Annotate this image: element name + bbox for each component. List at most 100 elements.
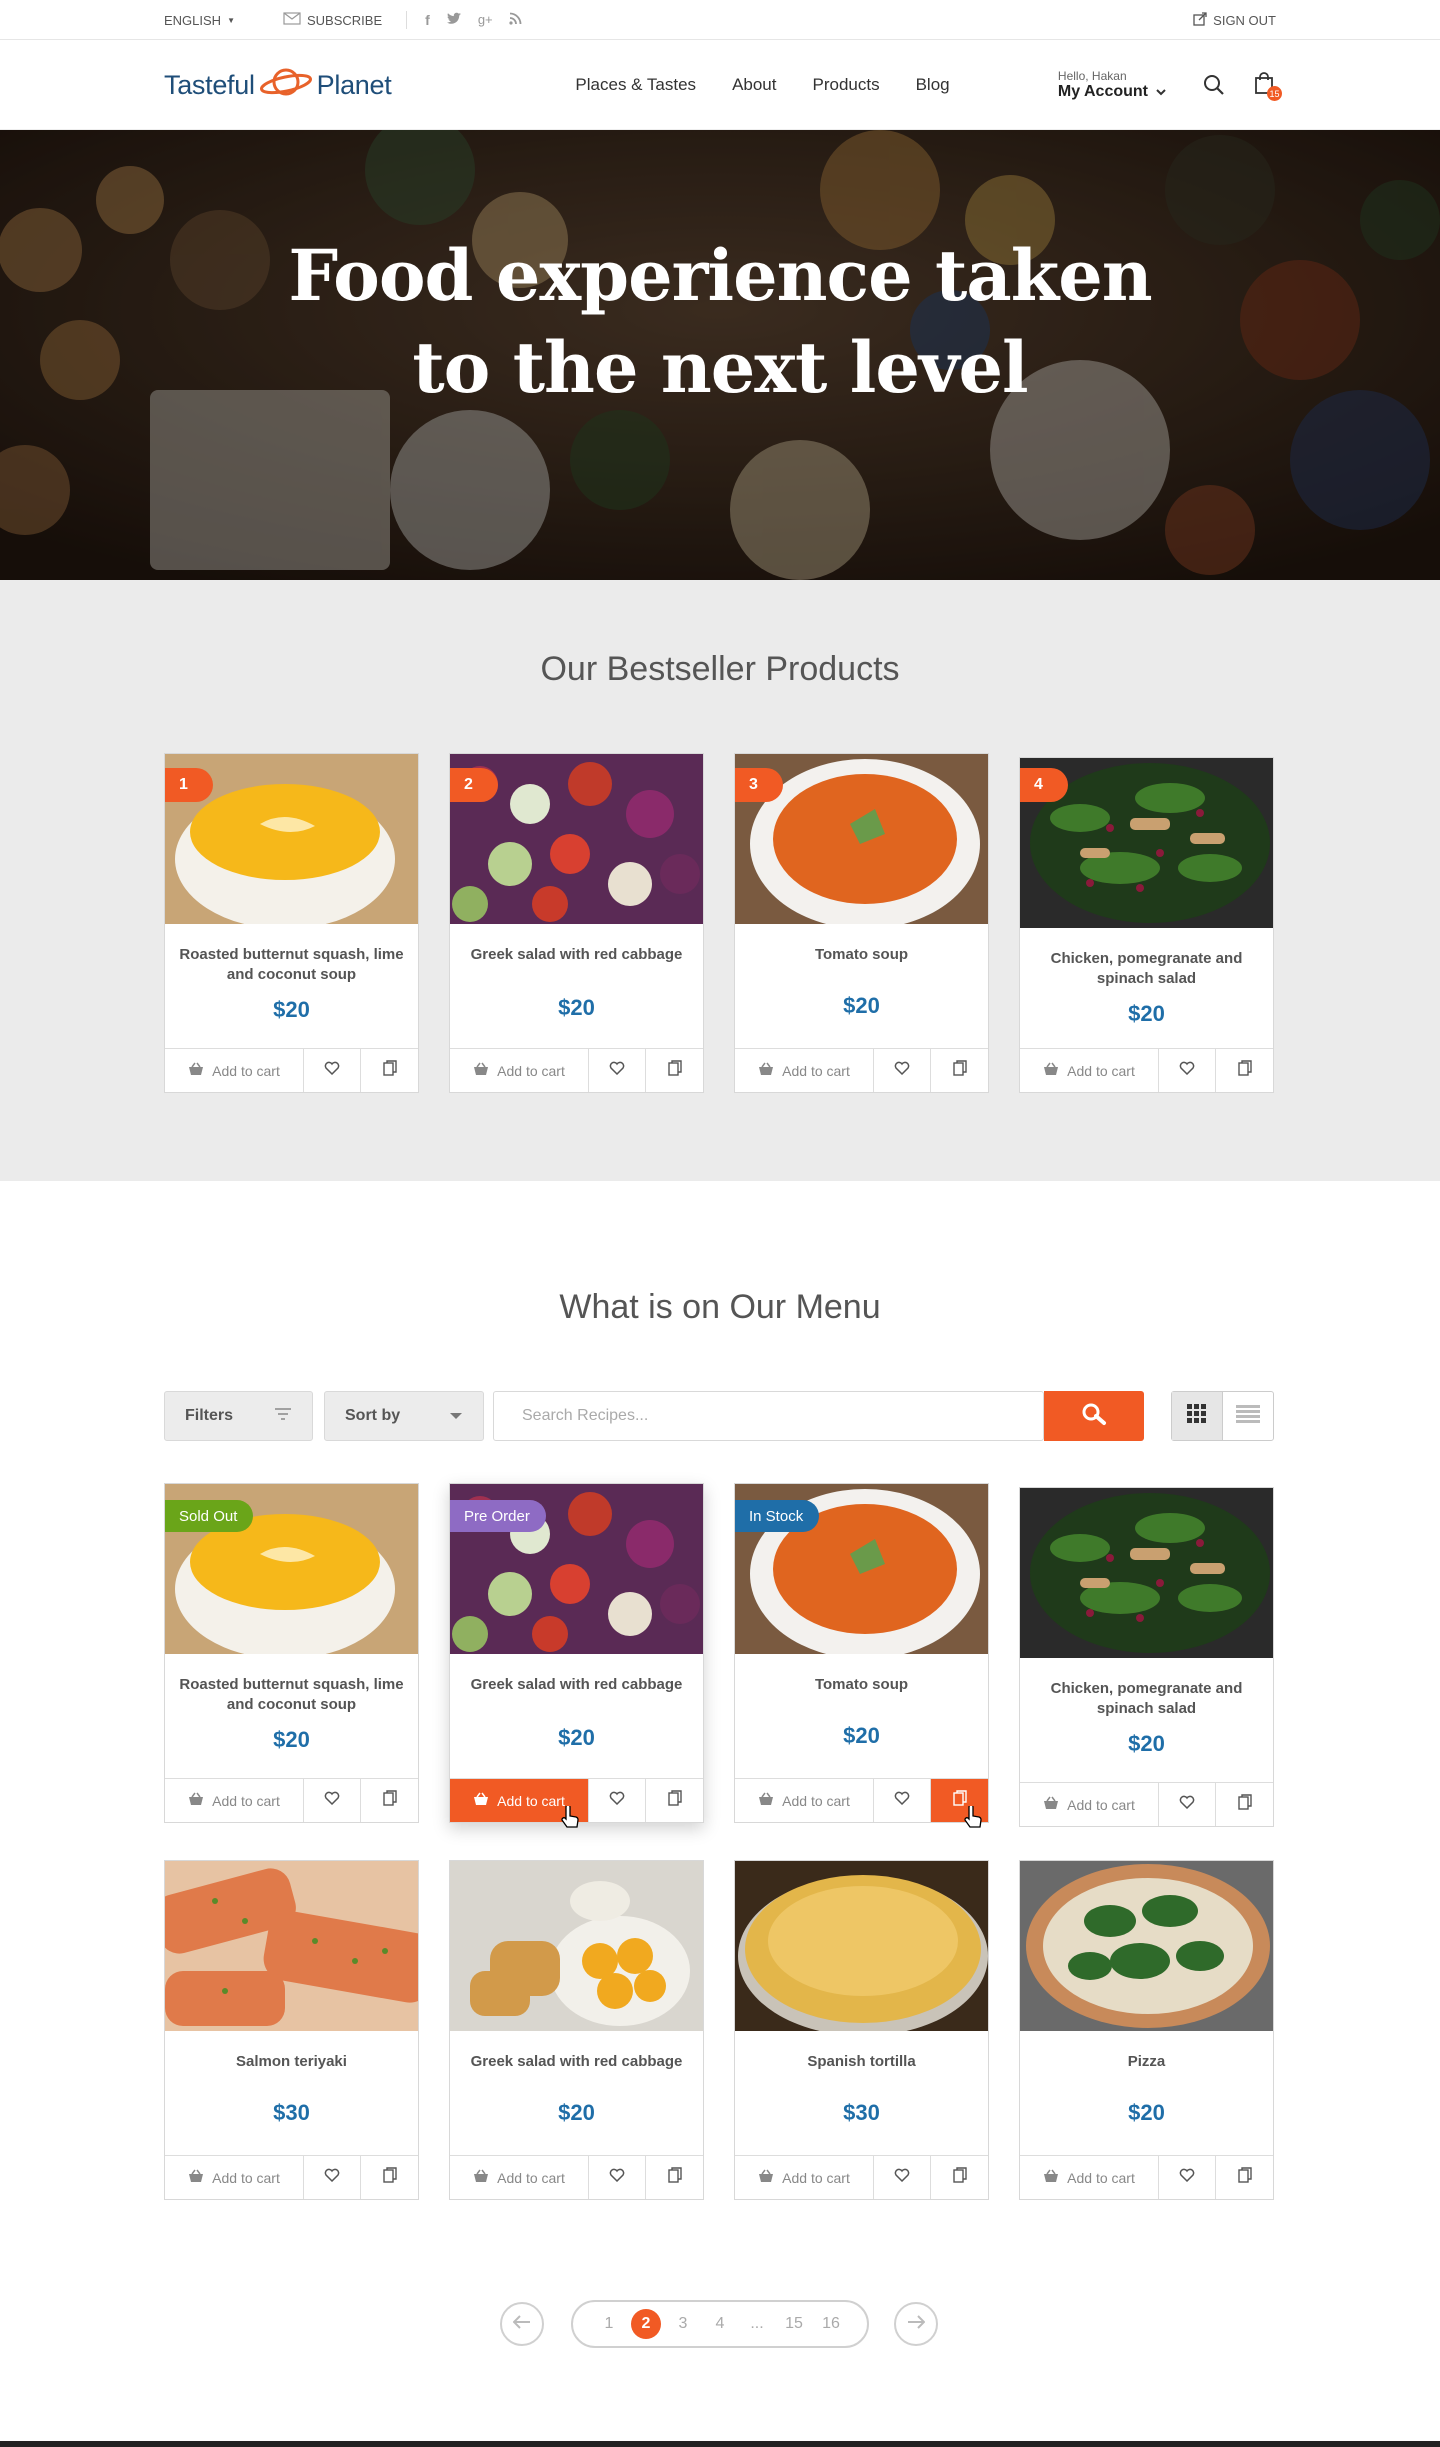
prev-page-button[interactable] bbox=[500, 2302, 544, 2346]
wishlist-button[interactable] bbox=[874, 1049, 931, 1092]
twitter-icon[interactable] bbox=[446, 12, 462, 29]
add-to-cart-button[interactable]: Add to cart bbox=[450, 1049, 589, 1092]
wishlist-button[interactable] bbox=[304, 1049, 361, 1092]
menu-card[interactable]: Greek salad with red cabbage $20 Add to … bbox=[449, 1860, 704, 2200]
subscribe-link[interactable]: SUBSCRIBE bbox=[283, 12, 382, 28]
add-to-cart-button[interactable]: Add to cart bbox=[450, 2156, 589, 2199]
filters-dropdown[interactable]: Filters bbox=[164, 1391, 313, 1441]
account-row: My Account bbox=[1058, 83, 1166, 101]
compare-button[interactable] bbox=[646, 1779, 703, 1822]
product-image[interactable] bbox=[165, 1861, 418, 2031]
product-image[interactable]: Sold Out bbox=[165, 1484, 418, 1654]
wishlist-button[interactable] bbox=[304, 1779, 361, 1822]
nav-places-tastes[interactable]: Places & Tastes bbox=[575, 75, 696, 95]
compare-button[interactable] bbox=[931, 2156, 988, 2199]
compare-button[interactable] bbox=[646, 1049, 703, 1092]
logo[interactable]: Tasteful Planet bbox=[164, 65, 392, 106]
menu-card[interactable]: Sold Out Roasted butternut squash, lime … bbox=[164, 1483, 419, 1823]
facebook-icon[interactable]: f bbox=[425, 12, 430, 29]
status-badge: In Stock bbox=[735, 1500, 820, 1532]
product-image[interactable]: 3 bbox=[735, 754, 988, 924]
sign-out-link[interactable]: SIGN OUT bbox=[1193, 11, 1276, 29]
nav-products[interactable]: Products bbox=[813, 75, 880, 95]
add-to-cart-button[interactable]: Add to cart bbox=[735, 1049, 874, 1092]
search-button[interactable] bbox=[1044, 1391, 1144, 1441]
product-image[interactable] bbox=[450, 1861, 703, 2031]
compare-button[interactable] bbox=[361, 1049, 418, 1092]
page-numbers: 1 2 3 4 ... 15 16 bbox=[571, 2300, 869, 2348]
wishlist-button[interactable] bbox=[874, 2156, 931, 2199]
add-to-cart-button[interactable]: Add to cart bbox=[735, 1779, 874, 1822]
wishlist-button[interactable] bbox=[304, 2156, 361, 2199]
add-to-cart-button[interactable]: Add to cart bbox=[735, 2156, 874, 2199]
add-to-cart-button[interactable]: Add to cart bbox=[165, 1779, 304, 1822]
page-16[interactable]: 16 bbox=[816, 2309, 846, 2339]
menu-card[interactable]: Spanish tortilla $30 Add to cart bbox=[734, 1860, 989, 2200]
add-to-cart-button[interactable]: Add to cart bbox=[1020, 2156, 1159, 2199]
product-image[interactable]: Pre Order bbox=[450, 1484, 703, 1654]
menu-card[interactable]: Pre Order Greek salad with red cabbage $… bbox=[449, 1483, 704, 1828]
product-name: Salmon teriyaki bbox=[236, 2053, 347, 2070]
nav-about[interactable]: About bbox=[732, 75, 776, 95]
page-4[interactable]: 4 bbox=[705, 2309, 735, 2339]
wishlist-button[interactable] bbox=[1159, 1049, 1216, 1092]
menu-card[interactable]: Pizza $20 Add to cart bbox=[1019, 1860, 1274, 2200]
product-image[interactable] bbox=[1020, 1861, 1273, 2031]
product-card[interactable]: 4 Chicken, pomegranate and spinach salad… bbox=[1019, 757, 1274, 1093]
chevron-down-icon bbox=[1156, 83, 1166, 101]
menu-card[interactable]: Chicken, pomegranate and spinach salad $… bbox=[1019, 1487, 1274, 1827]
product-image[interactable] bbox=[735, 1861, 988, 2031]
page-15[interactable]: 15 bbox=[779, 2309, 809, 2339]
product-card[interactable]: 2 Greek salad with red cabbage $20 Add t… bbox=[449, 753, 704, 1093]
wishlist-button[interactable] bbox=[874, 1779, 931, 1822]
wishlist-button[interactable] bbox=[1159, 1783, 1216, 1826]
next-page-button[interactable] bbox=[894, 2302, 938, 2346]
wishlist-button[interactable] bbox=[589, 2156, 646, 2199]
compare-button[interactable] bbox=[361, 1779, 418, 1822]
compare-button[interactable] bbox=[1216, 2156, 1273, 2199]
cart-button[interactable]: 15 bbox=[1252, 71, 1282, 101]
rss-icon[interactable] bbox=[509, 12, 522, 29]
filters-label: Filters bbox=[185, 1407, 234, 1424]
language-label: ENGLISH bbox=[164, 12, 222, 28]
page-3[interactable]: 3 bbox=[668, 2309, 698, 2339]
product-price: $20 bbox=[843, 993, 880, 1018]
product-image[interactable]: 4 bbox=[1020, 758, 1273, 928]
page-2-current[interactable]: 2 bbox=[631, 2309, 661, 2339]
grid-view-button[interactable] bbox=[1172, 1392, 1223, 1440]
product-image[interactable]: 1 bbox=[165, 754, 418, 924]
menu-card[interactable]: Salmon teriyaki $30 Add to cart bbox=[164, 1860, 419, 2200]
add-to-cart-button[interactable]: Add to cart bbox=[1020, 1049, 1159, 1092]
product-name: Greek salad with red cabbage bbox=[450, 945, 703, 965]
add-to-cart-button[interactable]: Add to cart bbox=[165, 1049, 304, 1092]
search-input[interactable]: Search Recipes... bbox=[493, 1391, 1044, 1441]
googleplus-icon[interactable]: g+ bbox=[478, 12, 493, 29]
add-to-cart-label: Add to cart bbox=[1067, 1796, 1135, 1813]
product-card[interactable]: 3 Tomato soup $20 Add to cart bbox=[734, 753, 989, 1093]
menu-card[interactable]: In Stock Tomato soup $20 Add to cart bbox=[734, 1483, 989, 1828]
compare-button[interactable] bbox=[1216, 1049, 1273, 1092]
compare-button[interactable] bbox=[931, 1049, 988, 1092]
wishlist-button[interactable] bbox=[589, 1049, 646, 1092]
list-view-button[interactable] bbox=[1223, 1392, 1273, 1440]
product-card[interactable]: 1 Roasted butternut squash, lime and coc… bbox=[164, 753, 419, 1093]
add-to-cart-button[interactable]: Add to cart bbox=[165, 2156, 304, 2199]
language-selector[interactable]: ENGLISH ▼ bbox=[164, 13, 235, 28]
wishlist-button[interactable] bbox=[589, 1779, 646, 1822]
product-image[interactable]: 2 bbox=[450, 754, 703, 924]
wishlist-button[interactable] bbox=[1159, 2156, 1216, 2199]
compare-button[interactable] bbox=[646, 2156, 703, 2199]
account-menu[interactable]: Hello, Hakan My Account bbox=[1058, 69, 1166, 101]
pagination: 1 2 3 4 ... 15 16 bbox=[500, 2300, 940, 2348]
sort-dropdown[interactable]: Sort by bbox=[324, 1391, 484, 1441]
compare-button[interactable] bbox=[1216, 1783, 1273, 1826]
add-to-cart-button[interactable]: Add to cart bbox=[1020, 1783, 1159, 1826]
product-image[interactable]: In Stock bbox=[735, 1484, 988, 1654]
page-1[interactable]: 1 bbox=[594, 2309, 624, 2339]
product-name: Spanish tortilla bbox=[807, 2053, 916, 2070]
search-icon[interactable] bbox=[1202, 73, 1226, 97]
nav-blog[interactable]: Blog bbox=[916, 75, 950, 95]
compare-icon bbox=[952, 1060, 967, 1081]
compare-button[interactable] bbox=[361, 2156, 418, 2199]
product-image[interactable] bbox=[1020, 1488, 1273, 1658]
